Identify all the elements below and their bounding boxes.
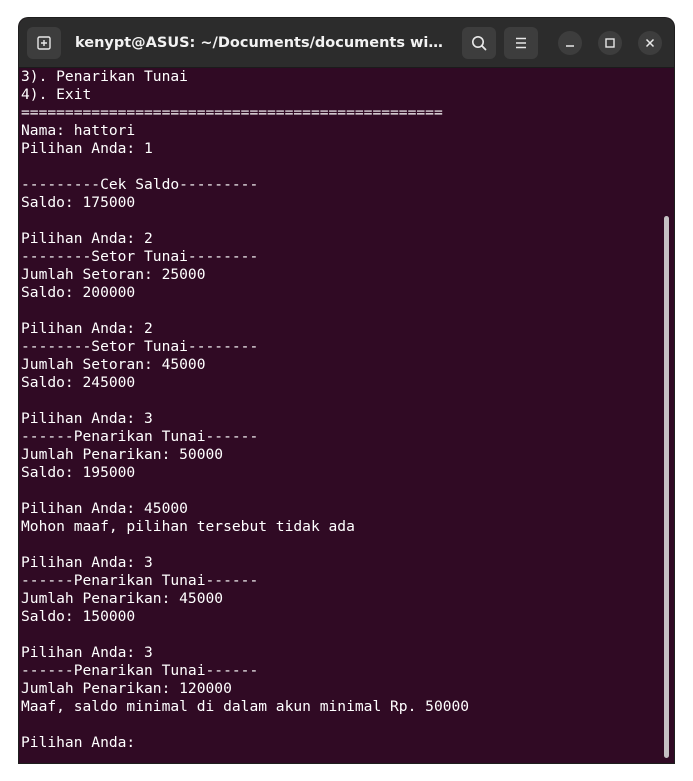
terminal-line: Saldo: 150000	[21, 608, 136, 625]
minimize-icon	[566, 45, 574, 47]
scrollbar-thumb[interactable]	[664, 216, 669, 758]
terminal-line: Pilihan Anda: 3	[21, 410, 153, 427]
terminal-line: ------Penarikan Tunai------	[21, 662, 259, 679]
terminal-window: kenypt@ASUS: ~/Documents/documents windo…	[19, 18, 674, 763]
terminal-line: 3). Penarikan Tunai	[21, 68, 188, 85]
terminal-line: Saldo: 175000	[21, 194, 136, 211]
terminal-line: Pilihan Anda:	[21, 734, 145, 751]
terminal-line: Saldo: 245000	[21, 374, 136, 391]
terminal-line: --------Setor Tunai--------	[21, 248, 259, 265]
title-bar[interactable]: kenypt@ASUS: ~/Documents/documents windo…	[19, 18, 674, 68]
terminal-line: ---------Cek Saldo---------	[21, 176, 259, 193]
terminal-line: Mohon maaf, pilihan tersebut tidak ada	[21, 518, 355, 535]
window-title: kenypt@ASUS: ~/Documents/documents windo…	[75, 35, 453, 51]
terminal-line: Jumlah Setoran: 45000	[21, 356, 206, 373]
terminal-line: Jumlah Setoran: 25000	[21, 266, 206, 283]
terminal-line: Jumlah Penarikan: 45000	[21, 590, 224, 607]
terminal-line: 4). Exit	[21, 86, 92, 103]
new-tab-button[interactable]	[27, 27, 61, 59]
terminal-line: Pilihan Anda: 1	[21, 140, 153, 157]
menu-button[interactable]	[504, 27, 538, 59]
terminal-line: Pilihan Anda: 2	[21, 320, 153, 337]
hamburger-menu-icon	[516, 37, 526, 49]
terminal-line: Pilihan Anda: 3	[21, 554, 153, 571]
minimize-button[interactable]	[558, 31, 582, 55]
search-icon	[472, 36, 487, 51]
terminal-line: ------Penarikan Tunai------	[21, 428, 259, 445]
terminal-line: Jumlah Penarikan: 50000	[21, 446, 224, 463]
terminal-line: ------Penarikan Tunai------	[21, 572, 259, 589]
terminal-line: Pilihan Anda: 45000	[21, 500, 188, 517]
terminal-line: ========================================…	[21, 104, 443, 121]
new-tab-icon	[37, 36, 51, 50]
close-icon	[645, 38, 655, 48]
close-button[interactable]	[638, 31, 662, 55]
terminal-line: Jumlah Penarikan: 120000	[21, 680, 232, 697]
maximize-button[interactable]	[598, 31, 622, 55]
terminal-line: Saldo: 195000	[21, 464, 136, 481]
terminal-line: Nama: hattori	[21, 122, 136, 139]
search-button[interactable]	[462, 27, 496, 59]
terminal-line: --------Setor Tunai--------	[21, 338, 259, 355]
maximize-icon	[605, 38, 615, 48]
terminal-output[interactable]: 3). Penarikan Tunai 4). Exit =============…	[21, 68, 657, 763]
terminal-line: Pilihan Anda: 2	[21, 230, 153, 247]
terminal-line: Saldo: 200000	[21, 284, 136, 301]
terminal-line: Pilihan Anda: 3	[21, 644, 153, 661]
terminal-line: Maaf, saldo minimal di dalam akun minima…	[21, 698, 470, 715]
